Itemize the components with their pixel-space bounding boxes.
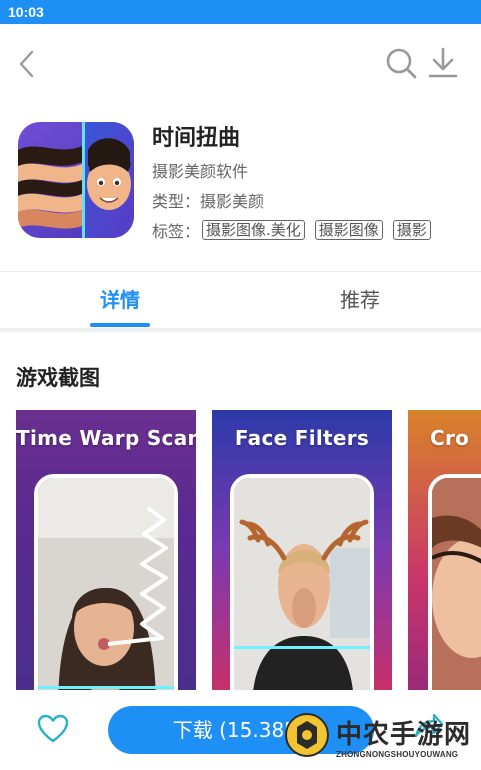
app-detail-page: 10:03 时间扭曲 摄影美颜软件 类型：摄影美颜 标签： 摄影图像.美化 摄影…	[0, 0, 481, 770]
phone-preview	[34, 474, 178, 690]
watermark: 中农手游网 ZHONGNONGSHOUYOUWANG	[284, 708, 481, 770]
tag[interactable]: 摄影	[392, 220, 431, 240]
tags-label: 标签：	[152, 222, 201, 241]
tab-bar: 详情 推荐	[0, 272, 481, 328]
nav-bar	[0, 24, 481, 104]
divider	[0, 328, 481, 332]
app-icon	[18, 122, 134, 238]
watermark-pinyin: ZHONGNONGSHOUYOUWANG	[336, 750, 459, 759]
app-type-row: 类型：摄影美颜	[152, 188, 264, 212]
screenshot-item[interactable]: Cro	[408, 410, 481, 690]
type-value: 摄影美颜	[200, 192, 265, 211]
watermark-name: 中农手游网	[336, 720, 472, 750]
search-button[interactable]	[384, 46, 418, 80]
download-icon-button[interactable]	[426, 46, 460, 80]
screenshot-caption: Cro	[430, 426, 470, 450]
type-label: 类型：	[152, 192, 201, 211]
search-icon	[386, 48, 417, 79]
tag[interactable]: 摄影图像.美化	[202, 220, 305, 240]
favorite-button[interactable]	[36, 712, 70, 746]
screenshot-item[interactable]: Face Filters	[212, 410, 392, 690]
phone-preview	[428, 474, 481, 690]
heart-icon	[37, 714, 69, 743]
chevron-left-icon	[19, 50, 34, 78]
back-button[interactable]	[12, 48, 44, 80]
phone-preview	[230, 474, 374, 690]
tab-recommend[interactable]: 推荐	[300, 272, 420, 328]
screenshot-caption: Time Warp Scan	[16, 426, 196, 450]
watermark-logo-icon	[285, 713, 329, 757]
tag[interactable]: 摄影图像	[314, 220, 383, 240]
screenshots-carousel[interactable]: Time Warp Scan Face Filters Cro	[16, 410, 481, 690]
app-tags-row: 标签： 摄影图像.美化 摄影图像 摄影	[152, 218, 441, 242]
status-time: 10:03	[8, 4, 44, 20]
active-tab-indicator	[90, 323, 150, 327]
app-title: 时间扭曲	[152, 126, 241, 151]
tab-details[interactable]: 详情	[60, 272, 180, 328]
download-icon	[428, 47, 458, 78]
app-category: 摄影美颜软件	[152, 162, 249, 181]
screenshot-item[interactable]: Time Warp Scan	[16, 410, 196, 690]
status-bar: 10:03	[0, 0, 481, 24]
screenshot-caption: Face Filters	[234, 426, 370, 450]
screenshots-section-title: 游戏截图	[16, 366, 100, 390]
app-header: 时间扭曲 摄影美颜软件 类型：摄影美颜 标签： 摄影图像.美化 摄影图像 摄影	[0, 110, 481, 260]
